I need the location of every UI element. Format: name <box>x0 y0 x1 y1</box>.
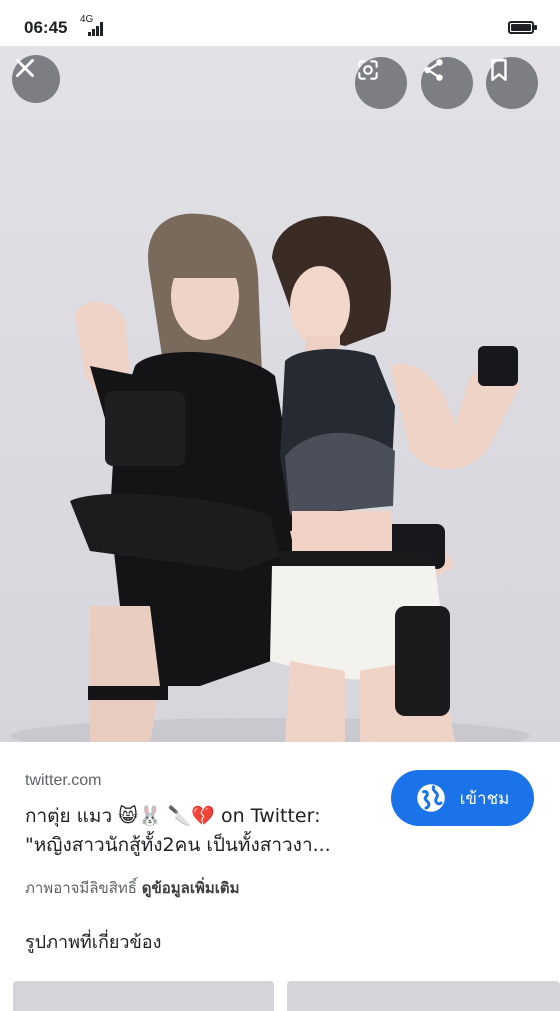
clock: 06:45 <box>24 18 68 37</box>
result-title[interactable]: กาตุ่ย แมว 😸🐰 🔪💔 on Twitter: "หญิงสาวนัก… <box>25 802 375 860</box>
related-images-heading: รูปภาพที่เกี่ยวข้อง <box>25 932 162 953</box>
more-info-link[interactable]: ดูข้อมูลเพิ่มเติม <box>142 879 240 897</box>
share-icon <box>424 59 443 81</box>
close-icon <box>16 59 34 77</box>
visit-label: เข้าชม <box>459 788 510 809</box>
signal-icon <box>88 22 103 36</box>
copyright-text: ภาพอาจมีลิขสิทธิ์ <box>25 879 137 897</box>
related-thumbnail[interactable] <box>287 981 560 1011</box>
image-preview[interactable] <box>0 46 560 742</box>
lens-icon <box>358 60 378 80</box>
source-domain[interactable]: twitter.com <box>25 772 101 790</box>
copyright-notice: ภาพอาจมีลิขสิทธิ์ ดูข้อมูลเพิ่มเติม <box>25 876 239 900</box>
share-button[interactable] <box>421 57 473 109</box>
bookmark-button[interactable] <box>486 57 538 109</box>
lens-search-button[interactable] <box>355 57 407 109</box>
close-button[interactable] <box>12 55 60 103</box>
battery-icon <box>508 21 537 34</box>
status-bar: 06:45 4G <box>0 0 560 46</box>
related-thumbnail[interactable] <box>13 981 274 1011</box>
globe-icon <box>416 784 445 812</box>
visit-button[interactable]: เข้าชม <box>391 770 534 826</box>
result-title-line-1: กาตุ่ย แมว 😸🐰 🔪💔 on Twitter: <box>25 805 321 827</box>
photo-illustration <box>10 213 530 742</box>
result-info-panel: twitter.com กาตุ่ย แมว 😸🐰 🔪💔 on Twitter:… <box>0 742 560 1011</box>
bookmark-icon <box>491 59 507 81</box>
result-title-line-2: "หญิงสาวนักสู้ทั้ง2คน เป็นทั้งสาวงา... <box>25 834 331 856</box>
